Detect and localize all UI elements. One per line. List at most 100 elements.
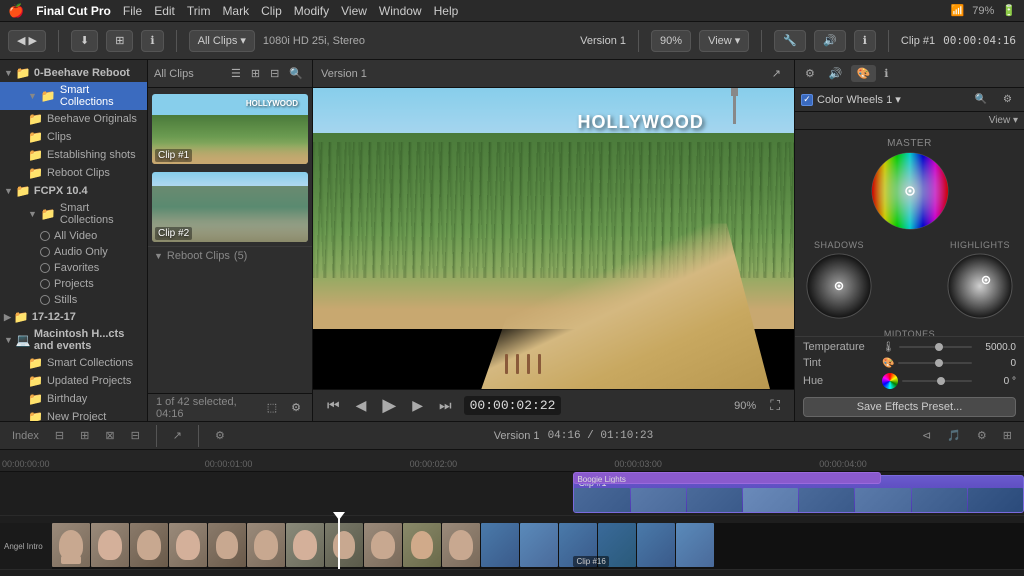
battery-label: 79% (972, 5, 994, 17)
fcpx-label: FCPX 10.4 (34, 185, 88, 197)
sidebar-item-smart-collections-3[interactable]: 📁 Smart Collections (0, 354, 147, 372)
timeline-snap-btn[interactable]: ⊲ (918, 427, 935, 444)
timeline-arrow-btn[interactable]: ↗ (169, 427, 186, 444)
viewer-zoom-btn[interactable]: 90% (730, 398, 760, 414)
timeline-audio-btn[interactable]: 🎵 (943, 427, 965, 444)
import-btn[interactable]: ⬇ (71, 30, 98, 52)
menu-modify[interactable]: Modify (294, 4, 329, 18)
browser-list-btn[interactable]: ☰ (228, 65, 244, 82)
sidebar-item-establishing[interactable]: 📁 Establishing shots (0, 146, 147, 164)
audio-tab[interactable]: 🔊 (823, 65, 849, 82)
timeline-zoom-in[interactable]: ⊞ (76, 427, 93, 444)
sidebar-item-projects[interactable]: Projects (0, 276, 147, 292)
menu-help[interactable]: Help (434, 4, 459, 18)
color-panel-search[interactable]: 🔍 (969, 92, 993, 107)
menu-window[interactable]: Window (379, 4, 422, 18)
menu-clip[interactable]: Clip (261, 4, 282, 18)
prev-frame-btn[interactable]: ◀ (352, 395, 371, 416)
skip-forward-btn[interactable]: ⏭ (435, 395, 456, 416)
color-view-bar: View ▾ (795, 112, 1024, 130)
timecode-right: 00:00:04:16 (943, 34, 1016, 47)
sidebar-item-smart-collections-1[interactable]: ▼ 📁 Smart Collections (0, 82, 147, 110)
clip-thumbnail-1[interactable]: HOLLYWOOD Clip #1 (152, 94, 308, 164)
master-color-wheel[interactable] (870, 151, 950, 231)
timeline-blade-btn[interactable]: ⚙ (211, 427, 229, 444)
all-clips-btn[interactable]: All Clips ▾ (189, 30, 255, 52)
timeline-index-btn[interactable]: Index (8, 428, 43, 444)
inspector-btn[interactable]: ℹ (141, 30, 163, 52)
menu-view[interactable]: View (341, 4, 367, 18)
back-forward-btn[interactable]: ◀ ▶ (8, 30, 46, 52)
highlights-color-wheel[interactable] (946, 252, 1014, 320)
info-btn[interactable]: ℹ (854, 30, 876, 52)
library-btn[interactable]: ⊞ (106, 30, 133, 52)
next-frame-btn[interactable]: ▶ (408, 395, 427, 416)
sidebar-section-mac[interactable]: ▼ 💻 Macintosh H...cts and events (0, 326, 147, 354)
browser-grid-btn[interactable]: ⊞ (248, 65, 263, 82)
zoom-btn[interactable]: 90% (651, 30, 691, 52)
enhance-btn[interactable]: 🔧 (774, 30, 806, 52)
sidebar-item-all-video[interactable]: All Video (0, 228, 147, 244)
timeline-grid[interactable]: ⊟ (127, 427, 144, 444)
track-row-upper: Clip #1 Boogie Lights (0, 472, 1024, 516)
timeline-fit[interactable]: ⊠ (101, 427, 118, 444)
sidebar-item-smart-collections-2[interactable]: ▼ 📁 Smart Collections (0, 200, 147, 228)
color-tab[interactable]: 🎨 (851, 65, 877, 82)
play-pause-btn[interactable]: ▶ (378, 393, 400, 418)
tint-slider[interactable] (898, 362, 972, 364)
timeline-clip-boogie[interactable]: Boogie Lights (573, 472, 880, 484)
tint-thumb[interactable] (935, 359, 943, 367)
sidebar-section-beehave[interactable]: ▼ 📁 0-Beehave Reboot (0, 64, 147, 82)
sidebar-section-date[interactable]: ▶ 📁 17-12-17 (0, 308, 147, 326)
temperature-slider[interactable] (899, 346, 972, 348)
viewer-fullscreen-btn[interactable]: ⛶ (766, 395, 784, 416)
sidebar-item-new-project[interactable]: 📁 New Project (0, 408, 147, 421)
audio-btn[interactable]: 🔊 (814, 30, 846, 52)
shadows-color-wheel[interactable] (805, 252, 873, 320)
sidebar-item-reboot-clips[interactable]: 📁 Reboot Clips (0, 164, 147, 182)
share-tab[interactable]: ℹ (878, 65, 894, 82)
sidebar: ▼ 📁 0-Beehave Reboot ▼ 📁 Smart Collectio… (0, 60, 148, 421)
sidebar-item-favorites[interactable]: Favorites (0, 260, 147, 276)
browser-search-btn[interactable]: 🔍 (286, 65, 306, 82)
folder-up-icon: 📁 (28, 374, 43, 388)
menu-file[interactable]: File (123, 4, 142, 18)
timeline-toolbar: Index ⊟ ⊞ ⊠ ⊟ ↗ ⚙ Version 1 04:16 / 01:1… (0, 422, 1024, 450)
browser-send-btn[interactable]: ⬚ (264, 399, 280, 416)
clip-thumbnail-2[interactable]: Clip #2 (152, 172, 308, 242)
sidebar-item-beehave-originals[interactable]: 📁 Beehave Originals (0, 110, 147, 128)
version-label: Version 1 (580, 35, 626, 47)
view-btn[interactable]: View ▾ (699, 30, 749, 52)
skip-back-btn[interactable]: ⏮ (323, 395, 344, 416)
sidebar-item-stills[interactable]: Stills (0, 292, 147, 308)
browser-options-btn[interactable]: ⚙ (288, 399, 304, 416)
browser-content: HOLLYWOOD Clip #1 Clip #2 ▼ Reboot Clips… (148, 88, 312, 393)
sidebar-item-clips[interactable]: 📁 Clips (0, 128, 147, 146)
hue-slider[interactable] (902, 380, 972, 382)
color-enable-checkbox[interactable]: ✓ (801, 94, 813, 106)
enhance-tab[interactable]: ⚙ (799, 65, 821, 82)
sidebar-item-birthday[interactable]: 📁 Birthday (0, 390, 147, 408)
timeline-zoom-out[interactable]: ⊟ (51, 427, 68, 444)
timeline-settings-btn[interactable]: ⚙ (973, 427, 991, 444)
tint-value: 0 (976, 358, 1016, 369)
sidebar-item-updated-projects[interactable]: 📁 Updated Projects (0, 372, 147, 390)
menu-trim[interactable]: Trim (187, 4, 211, 18)
browser-panel: All Clips ☰ ⊞ ⊟ 🔍 HOLLYWOOD Clip #1 (148, 60, 313, 421)
sidebar-section-fcpx[interactable]: ▼ 📁 FCPX 10.4 (0, 182, 147, 200)
timeline-append-btn[interactable]: ⊞ (999, 427, 1016, 444)
sidebar-item-audio-only[interactable]: Audio Only (0, 244, 147, 260)
tl-sep2 (198, 425, 199, 447)
menu-mark[interactable]: Mark (222, 4, 249, 18)
viewer-share-btn[interactable]: ↗ (767, 65, 786, 82)
ao-label: Audio Only (54, 246, 108, 258)
browser-filter-btn[interactable]: ⊟ (267, 65, 282, 82)
hue-thumb[interactable] (937, 377, 945, 385)
color-panel-settings[interactable]: ⚙ (997, 92, 1018, 107)
temperature-thumb[interactable] (935, 343, 943, 351)
viewer-controls: ⏮ ◀ ▶ ▶ ⏭ 00:00:02:22 90% ⛶ (313, 389, 794, 421)
apple-menu-icon[interactable]: 🍎 (8, 3, 24, 19)
save-preset-button[interactable]: Save Effects Preset... (803, 397, 1016, 417)
playhead[interactable] (338, 516, 340, 569)
menu-edit[interactable]: Edit (154, 4, 175, 18)
